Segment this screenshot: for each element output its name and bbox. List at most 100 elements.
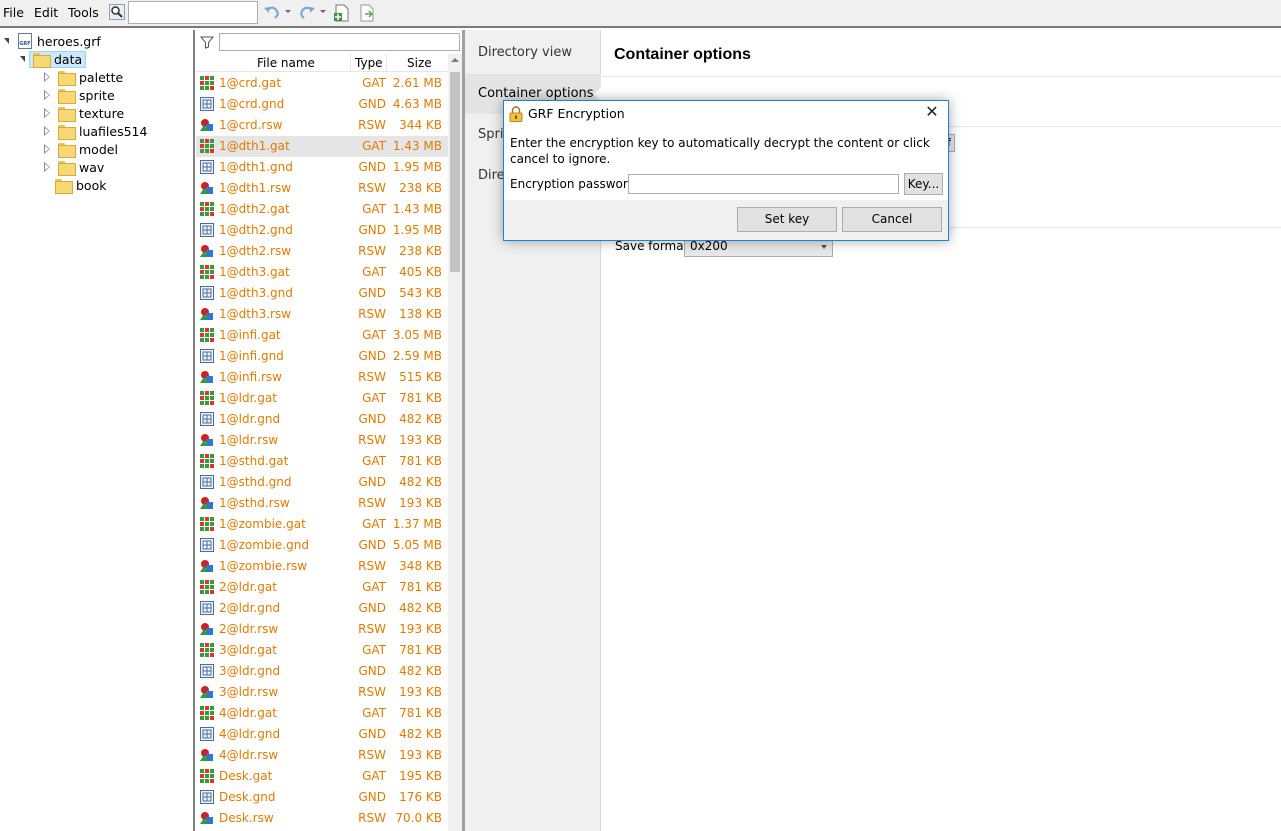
table-row[interactable]: 1@zombie.rsw RSW 348 KB [196, 556, 448, 577]
table-row[interactable]: 1@crd.gat GAT 2.61 MB [196, 73, 448, 94]
gat-file-icon [200, 328, 214, 342]
table-row[interactable]: 2@ldr.rsw RSW 193 KB [196, 619, 448, 640]
table-row[interactable]: 1@ldr.gnd GND 482 KB [196, 409, 448, 430]
tree-item-palette[interactable]: palette [41, 68, 123, 86]
search-input[interactable] [128, 1, 258, 24]
table-row[interactable]: 1@dth1.rsw RSW 238 KB [196, 178, 448, 199]
table-row[interactable]: 2@ldr.gat GAT 781 KB [196, 577, 448, 598]
expand-icon[interactable] [44, 90, 50, 100]
table-row[interactable]: 1@ldr.rsw RSW 193 KB [196, 430, 448, 451]
gat-file-icon [200, 391, 214, 405]
table-row[interactable]: 1@sthd.gnd GND 482 KB [196, 472, 448, 493]
file-size-cell: 482 KB [399, 412, 442, 426]
redo-icon[interactable] [298, 4, 316, 22]
column-header-name[interactable]: File name [257, 56, 315, 70]
table-row[interactable]: 1@dth1.gnd GND 1.95 MB [196, 157, 448, 178]
file-size-cell: 4.63 MB [392, 97, 442, 111]
filter-input[interactable] [219, 33, 460, 51]
expand-icon[interactable] [44, 72, 50, 82]
table-row[interactable]: 1@dth3.rsw RSW 138 KB [196, 304, 448, 325]
add-file-icon[interactable] [333, 4, 351, 22]
expand-icon[interactable] [44, 126, 50, 136]
table-row[interactable]: 1@dth2.gnd GND 1.95 MB [196, 220, 448, 241]
table-row[interactable]: 1@dth2.rsw RSW 238 KB [196, 241, 448, 262]
undo-icon[interactable] [263, 4, 281, 22]
redo-dropdown-icon[interactable] [320, 10, 326, 13]
tree-selected-item[interactable]: data [29, 50, 87, 68]
collapse-icon[interactable] [20, 56, 25, 62]
column-header-type[interactable]: Type [355, 56, 383, 70]
table-row[interactable]: 1@dth3.gat GAT 405 KB [196, 262, 448, 283]
table-row[interactable]: 1@sthd.gat GAT 781 KB [196, 451, 448, 472]
table-row[interactable]: 1@infi.gat GAT 3.05 MB [196, 325, 448, 346]
column-divider[interactable] [386, 54, 387, 72]
table-row[interactable]: 3@ldr.rsw RSW 193 KB [196, 682, 448, 703]
table-row[interactable]: 4@ldr.rsw RSW 193 KB [196, 745, 448, 766]
table-row[interactable]: 4@ldr.gat GAT 781 KB [196, 703, 448, 724]
column-header-size[interactable]: Size [407, 56, 432, 70]
tree-item-book[interactable]: book [55, 176, 106, 194]
menu-tools[interactable]: Tools [68, 5, 99, 20]
table-row[interactable]: 1@crd.gnd GND 4.63 MB [196, 94, 448, 115]
file-size-cell: 781 KB [399, 391, 442, 405]
table-row[interactable]: 1@infi.rsw RSW 515 KB [196, 367, 448, 388]
key-button[interactable]: Key... [904, 173, 943, 195]
file-type-cell: GAT [362, 76, 386, 90]
table-row[interactable]: 4@ldr.gnd GND 482 KB [196, 724, 448, 745]
table-row[interactable]: 1@dth1.gat GAT 1.43 MB [196, 136, 448, 157]
expand-icon[interactable] [44, 144, 50, 154]
tree-root[interactable]: GRF heroes.grf [4, 32, 101, 50]
table-row[interactable]: 1@zombie.gat GAT 1.37 MB [196, 514, 448, 535]
rsw-file-icon [200, 245, 213, 257]
file-size-cell: 1.43 MB [392, 202, 442, 216]
tree-item-sprite[interactable]: sprite [41, 86, 115, 104]
scroll-up-icon[interactable] [451, 58, 459, 62]
table-row[interactable]: Desk.gat GAT 195 KB [196, 766, 448, 787]
file-type-cell: GAT [362, 454, 386, 468]
table-row[interactable]: Desk.gnd GND 176 KB [196, 787, 448, 808]
dialog-titlebar[interactable]: GRF Encryption ✕ [504, 101, 948, 127]
table-row[interactable]: 3@ldr.gnd GND 482 KB [196, 661, 448, 682]
menu-edit[interactable]: Edit [34, 5, 58, 20]
search-icon[interactable] [109, 4, 125, 20]
table-row[interactable]: 3@ldr.gat GAT 781 KB [196, 640, 448, 661]
expand-icon[interactable] [44, 162, 50, 172]
table-row[interactable]: 1@crd.rsw RSW 344 KB [196, 115, 448, 136]
file-size-cell: 781 KB [399, 454, 442, 468]
expand-icon[interactable] [44, 108, 50, 118]
scrollbar-thumb[interactable] [450, 72, 460, 272]
file-type-cell: GND [358, 664, 386, 678]
close-icon[interactable]: ✕ [924, 104, 940, 120]
table-row[interactable]: 2@ldr.gnd GND 482 KB [196, 598, 448, 619]
undo-dropdown-icon[interactable] [285, 10, 291, 13]
tree-item-label: book [76, 177, 107, 193]
file-name-cell: 1@dth3.gnd [219, 286, 293, 300]
table-row[interactable]: 1@sthd.rsw RSW 193 KB [196, 493, 448, 514]
collapse-icon[interactable] [4, 38, 9, 44]
tab-directory-view[interactable]: Directory view [465, 33, 601, 73]
set-key-button[interactable]: Set key [737, 207, 837, 232]
folder-icon [58, 124, 76, 140]
menu-file[interactable]: File [3, 5, 24, 20]
tree-item-model[interactable]: model [41, 140, 118, 158]
file-size-cell: 193 KB [399, 622, 442, 636]
table-row[interactable]: Desk.rsw RSW 70.0 KB [196, 808, 448, 829]
tree-item-luafiles514[interactable]: luafiles514 [41, 122, 147, 140]
vertical-scrollbar[interactable] [448, 54, 462, 831]
cancel-button[interactable]: Cancel [842, 207, 942, 232]
password-field[interactable] [628, 174, 899, 194]
table-row[interactable]: 1@dth2.gat GAT 1.43 MB [196, 199, 448, 220]
table-row[interactable]: 1@infi.gnd GND 2.59 MB [196, 346, 448, 367]
splitter[interactable] [193, 30, 195, 831]
table-row[interactable]: 1@dth3.gnd GND 543 KB [196, 283, 448, 304]
file-name-cell: 1@dth2.rsw [219, 244, 292, 258]
tree-item-data[interactable]: data [20, 50, 87, 68]
table-row[interactable]: 1@ldr.gat GAT 781 KB [196, 388, 448, 409]
tree-item-wav[interactable]: wav [41, 158, 104, 176]
export-icon[interactable] [358, 4, 376, 22]
tree-item-texture[interactable]: texture [41, 104, 124, 122]
file-type-cell: GND [358, 601, 386, 615]
table-row[interactable]: 1@zombie.gnd GND 5.05 MB [196, 535, 448, 556]
file-type-cell: RSW [358, 748, 386, 762]
column-divider[interactable] [350, 54, 351, 72]
